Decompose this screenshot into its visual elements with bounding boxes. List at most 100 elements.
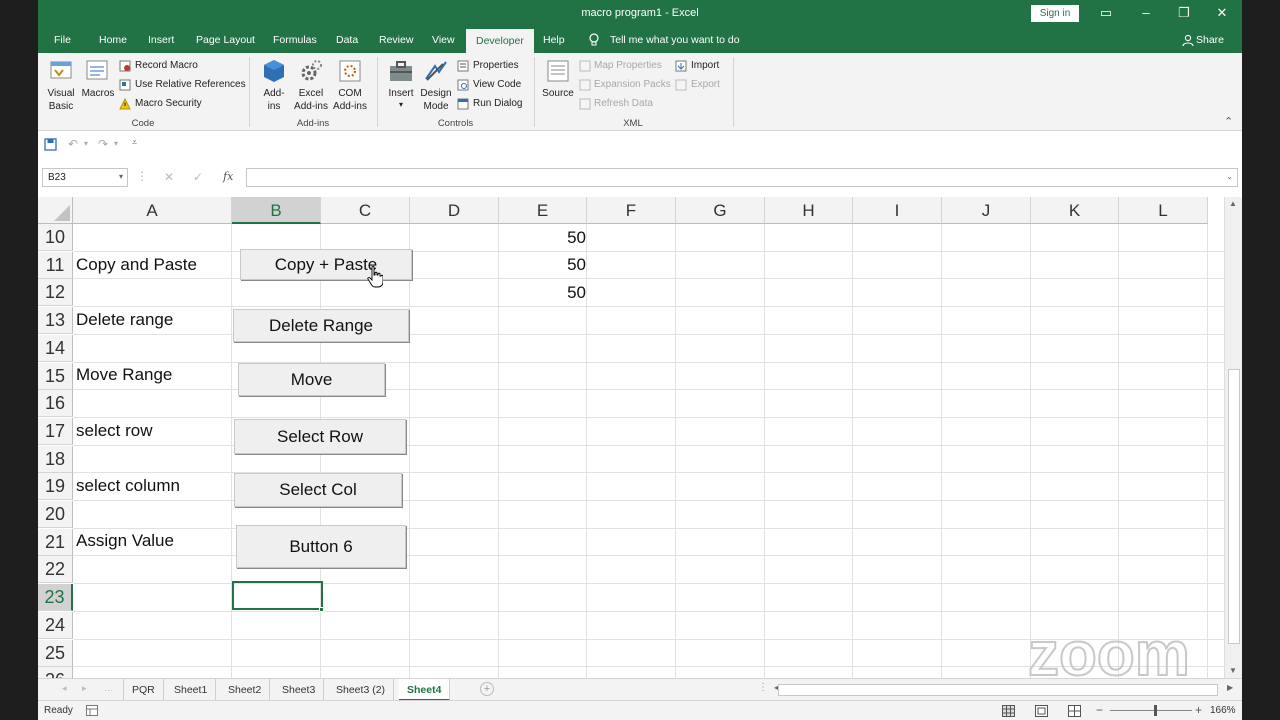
column-header-g[interactable]: G bbox=[676, 197, 765, 224]
select-row-macro-button[interactable]: Select Row bbox=[234, 419, 406, 454]
scroll-down-icon[interactable]: ▼ bbox=[1229, 666, 1237, 675]
redo-dropdown-icon[interactable]: ▾ bbox=[114, 139, 118, 148]
copy-paste-macro-button[interactable]: Copy + Paste bbox=[240, 249, 412, 280]
sheet-tab-sheet2[interactable]: Sheet2 bbox=[220, 679, 271, 701]
row-header-16[interactable]: 16 bbox=[38, 390, 73, 418]
name-box[interactable]: B23 ▾ bbox=[42, 168, 128, 187]
cell-e10[interactable]: 50 bbox=[499, 228, 586, 248]
column-header-j[interactable]: J bbox=[942, 197, 1031, 224]
page-break-view-icon[interactable] bbox=[1068, 705, 1081, 717]
row-header-17[interactable]: 17 bbox=[38, 417, 73, 445]
next-sheet-icon[interactable]: ▸ bbox=[82, 683, 87, 694]
vertical-scroll-thumb[interactable] bbox=[1228, 369, 1240, 644]
tab-split-icon[interactable]: ⋮ bbox=[758, 682, 768, 693]
cell-a11[interactable]: Copy and Paste bbox=[76, 255, 197, 275]
cell-a17[interactable]: select row bbox=[76, 421, 153, 441]
zoom-in-icon[interactable]: + bbox=[1195, 703, 1202, 717]
row-header-19[interactable]: 19 bbox=[38, 473, 73, 501]
undo-icon[interactable]: ↶ bbox=[68, 137, 78, 151]
delete-range-macro-button[interactable]: Delete Range bbox=[233, 309, 409, 342]
column-header-f[interactable]: F bbox=[587, 197, 676, 224]
zoom-out-icon[interactable]: − bbox=[1096, 703, 1103, 717]
button6-macro-button[interactable]: Button 6 bbox=[236, 525, 406, 568]
insert-function-icon[interactable]: fx bbox=[223, 170, 233, 183]
save-icon[interactable] bbox=[44, 138, 57, 151]
scroll-up-icon[interactable]: ▲ bbox=[1229, 199, 1237, 208]
scroll-right-icon[interactable]: ▶ bbox=[1227, 683, 1233, 692]
redo-icon[interactable]: ↷ bbox=[98, 137, 108, 151]
column-header-d[interactable]: D bbox=[410, 197, 499, 224]
row-header-18[interactable]: 18 bbox=[38, 445, 73, 473]
zoom-slider[interactable] bbox=[1110, 710, 1192, 711]
tab-formulas[interactable]: Formulas bbox=[273, 28, 317, 53]
collapse-ribbon-icon[interactable]: ⌃ bbox=[1224, 115, 1233, 128]
column-header-c[interactable]: C bbox=[321, 197, 410, 224]
column-header-i[interactable]: I bbox=[853, 197, 942, 224]
tab-home[interactable]: Home bbox=[99, 28, 127, 53]
minimize-icon[interactable]: – bbox=[1136, 4, 1156, 22]
row-header-20[interactable]: 20 bbox=[38, 501, 73, 528]
sheet-tab-pqr[interactable]: PQR bbox=[123, 679, 164, 701]
sheet-tab-sheet3[interactable]: Sheet3 bbox=[274, 679, 325, 701]
cancel-icon[interactable]: ✕ bbox=[164, 170, 174, 184]
cell-e11[interactable]: 50 bbox=[499, 255, 586, 275]
horizontal-scroll-thumb[interactable] bbox=[778, 684, 1218, 696]
tell-me-search[interactable]: Tell me what you want to do bbox=[610, 28, 740, 53]
row-header-25[interactable]: 25 bbox=[38, 639, 73, 667]
row-header-14[interactable]: 14 bbox=[38, 334, 73, 362]
select-col-macro-button[interactable]: Select Col bbox=[234, 473, 402, 507]
worksheet-grid[interactable]: ABCDEFGHIJKL 10 11 12 13 14 15 16 17 18 19 20 21 22 2… bbox=[38, 197, 1224, 678]
zoom-slider-thumb[interactable] bbox=[1154, 705, 1157, 716]
sign-in-button[interactable]: Sign in bbox=[1031, 5, 1079, 22]
row-header-23[interactable]: 23 bbox=[38, 584, 73, 612]
tab-developer[interactable]: Developer bbox=[466, 29, 534, 53]
tab-data[interactable]: Data bbox=[336, 28, 358, 53]
row-header-13[interactable]: 13 bbox=[38, 307, 73, 335]
tab-view[interactable]: View bbox=[432, 28, 455, 53]
column-header-b[interactable]: B bbox=[232, 197, 321, 224]
prev-sheet-icon[interactable]: ◂ bbox=[62, 683, 67, 694]
tab-page-layout[interactable]: Page Layout bbox=[196, 28, 255, 53]
formula-input[interactable]: ⌄ bbox=[246, 168, 1238, 187]
row-header-10[interactable]: 10 bbox=[38, 224, 73, 251]
tab-insert[interactable]: Insert bbox=[148, 28, 174, 53]
column-header-e[interactable]: E bbox=[499, 197, 587, 224]
tab-file[interactable]: File bbox=[54, 28, 71, 53]
normal-view-icon[interactable] bbox=[1002, 705, 1015, 717]
more-sheets-icon[interactable]: … bbox=[104, 683, 113, 693]
sheet-tab-sheet4[interactable]: Sheet4 bbox=[399, 679, 451, 701]
vertical-scrollbar[interactable]: ▲ ▼ bbox=[1224, 197, 1242, 678]
macro-recording-icon[interactable] bbox=[86, 705, 98, 716]
column-header-a[interactable]: A bbox=[73, 197, 232, 224]
selected-cell-b23[interactable] bbox=[232, 581, 323, 610]
column-header-h[interactable]: H bbox=[765, 197, 853, 224]
sheet-tab-sheet3-2[interactable]: Sheet3 (2) bbox=[328, 679, 395, 701]
tab-help[interactable]: Help bbox=[543, 28, 565, 53]
share-person-icon[interactable] bbox=[1182, 28, 1194, 53]
row-header-21[interactable]: 21 bbox=[38, 528, 73, 556]
enter-icon[interactable]: ✓ bbox=[193, 170, 203, 184]
restore-icon[interactable]: ❐ bbox=[1174, 4, 1194, 22]
share-button[interactable]: Share bbox=[1196, 28, 1224, 53]
page-layout-view-icon[interactable] bbox=[1035, 705, 1048, 717]
row-header-12[interactable]: 12 bbox=[38, 279, 73, 307]
tab-review[interactable]: Review bbox=[379, 28, 413, 53]
move-macro-button[interactable]: Move bbox=[238, 363, 385, 396]
cell-a13[interactable]: Delete range bbox=[76, 310, 173, 330]
cell-a15[interactable]: Move Range bbox=[76, 365, 172, 385]
select-all-corner[interactable] bbox=[38, 197, 73, 224]
column-header-l[interactable]: L bbox=[1119, 197, 1208, 224]
row-header-24[interactable]: 24 bbox=[38, 611, 73, 639]
column-header-k[interactable]: K bbox=[1031, 197, 1119, 224]
row-header-22[interactable]: 22 bbox=[38, 556, 73, 584]
undo-dropdown-icon[interactable]: ▾ bbox=[84, 139, 88, 148]
fill-handle[interactable] bbox=[319, 607, 324, 612]
row-header-26[interactable]: 26 bbox=[38, 667, 73, 678]
cell-a21[interactable]: Assign Value bbox=[76, 531, 174, 551]
new-sheet-icon[interactable]: + bbox=[480, 682, 494, 696]
zoom-level[interactable]: 166% bbox=[1210, 705, 1236, 716]
row-header-15[interactable]: 15 bbox=[38, 362, 73, 390]
cell-e12[interactable]: 50 bbox=[499, 283, 586, 303]
ribbon-display-options-icon[interactable]: ▭ bbox=[1096, 4, 1116, 22]
cell-a19[interactable]: select column bbox=[76, 476, 180, 496]
